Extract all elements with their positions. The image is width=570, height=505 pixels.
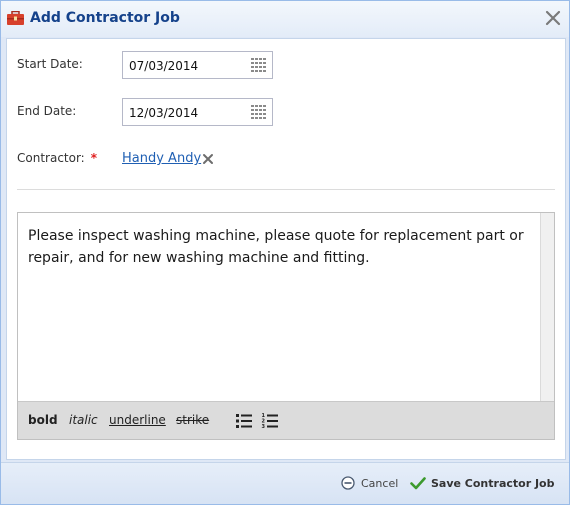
divider bbox=[17, 189, 555, 190]
dialog-title: Add Contractor Job bbox=[30, 10, 180, 26]
calendar-icon[interactable] bbox=[250, 104, 268, 120]
editor-toolbar: bold italic underline strike 1 2 3 bbox=[18, 401, 554, 439]
checkmark-icon bbox=[410, 477, 426, 490]
start-date-label: Start Date: bbox=[17, 57, 83, 71]
end-date-field[interactable]: 12/03/2014 bbox=[122, 98, 273, 126]
bold-button[interactable]: bold bbox=[28, 413, 58, 427]
editor-content[interactable]: Please inspect washing machine, please q… bbox=[28, 225, 528, 269]
contractor-label: Contractor: * bbox=[17, 151, 97, 165]
calendar-icon[interactable] bbox=[250, 57, 268, 73]
toolbox-icon bbox=[7, 11, 24, 25]
numbered-list-icon[interactable]: 1 2 3 bbox=[261, 412, 279, 430]
dialog-footer: Cancel Save Contractor Job bbox=[1, 462, 569, 504]
notes-editor[interactable]: Please inspect washing machine, please q… bbox=[17, 212, 555, 440]
underline-button[interactable]: underline bbox=[109, 413, 166, 427]
remove-icon[interactable] bbox=[201, 152, 215, 166]
cancel-label: Cancel bbox=[361, 477, 399, 490]
save-label: Save Contractor Job bbox=[431, 477, 555, 490]
end-date-value: 12/03/2014 bbox=[129, 106, 199, 120]
cancel-icon bbox=[341, 476, 355, 490]
bullet-list-icon[interactable] bbox=[235, 412, 253, 430]
start-date-value: 07/03/2014 bbox=[129, 59, 199, 73]
close-icon[interactable] bbox=[543, 8, 563, 28]
italic-button[interactable]: italic bbox=[69, 413, 98, 427]
editor-scrollbar[interactable] bbox=[540, 213, 554, 401]
start-date-field[interactable]: 07/03/2014 bbox=[122, 51, 273, 79]
required-marker: * bbox=[90, 151, 98, 165]
contractor-label-text: Contractor: bbox=[17, 151, 85, 165]
add-contractor-job-dialog: Add Contractor Job Start Date: 07/03/201… bbox=[0, 0, 570, 505]
dialog-titlebar: Add Contractor Job bbox=[1, 1, 569, 37]
dialog-body: Start Date: 07/03/2014 End Date: 12/03/2… bbox=[6, 38, 566, 460]
contractor-link[interactable]: Handy Andy bbox=[122, 151, 201, 166]
end-date-label: End Date: bbox=[17, 104, 77, 118]
svg-text:3: 3 bbox=[262, 424, 266, 430]
strike-button[interactable]: strike bbox=[176, 413, 209, 427]
